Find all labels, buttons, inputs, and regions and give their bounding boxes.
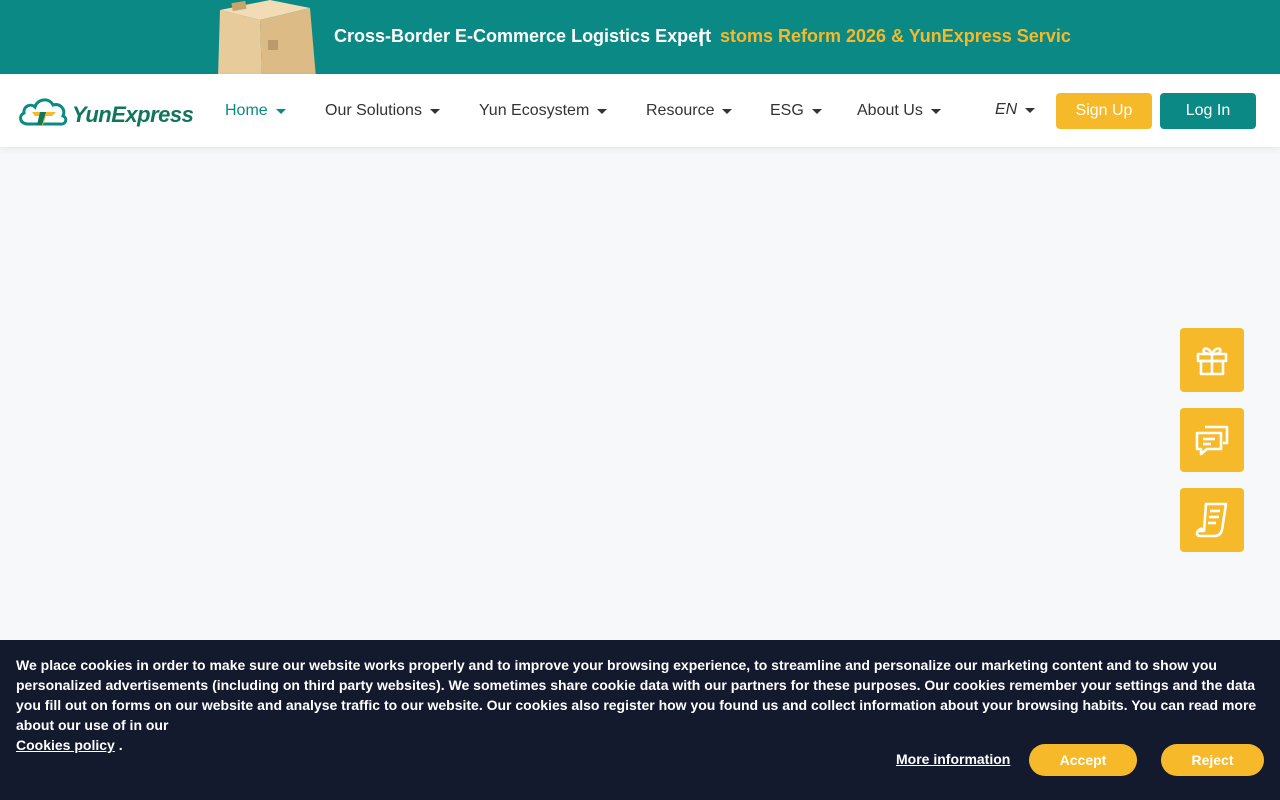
cookie-period: . [114,737,123,753]
document-button[interactable] [1180,488,1244,552]
top-banner: Cross-Border E-Commerce Logistics Expert… [0,0,1280,74]
site-header: YunExpress Home Our Solutions Yun Ecosys… [0,74,1280,147]
language-label: EN [995,101,1018,118]
nav-resource-label: Resource [646,102,715,119]
nav-our-solutions-label: Our Solutions [325,102,422,119]
log-in-button[interactable]: Log In [1160,93,1256,129]
chat-icon [1195,425,1229,456]
marquee-text[interactable]: Customs Reform 2026 & YunExpress Service… [719,26,1070,47]
chevron-down-icon [930,108,941,114]
nav-esg-label: ESG [770,102,804,119]
cookie-message-text: We place cookies in order to make sure o… [16,657,1257,733]
cookie-consent-bar: We place cookies in order to make sure o… [0,640,1280,800]
nav-about-us[interactable]: About Us [857,101,941,121]
language-selector[interactable]: EN [995,101,1036,119]
nav-home-label: Home [225,102,268,119]
cookie-message: We place cookies in order to make sure o… [16,655,1266,755]
chevron-down-icon [722,108,733,114]
nav-yun-ecosystem[interactable]: Yun Ecosystem [479,101,608,121]
sign-up-button[interactable]: Sign Up [1056,93,1152,129]
nav-our-solutions[interactable]: Our Solutions [325,101,440,121]
chevron-down-icon [275,108,286,114]
cloud-logo-icon [19,98,68,126]
logo-text: YunExpress [72,102,194,127]
chevron-down-icon [429,108,440,114]
chevron-down-icon [811,108,822,114]
banner-tagline: Cross-Border E-Commerce Logistics Expert [334,26,712,46]
gift-button[interactable] [1180,328,1244,392]
chevron-down-icon [597,108,608,114]
document-icon [1195,502,1228,538]
yunexpress-logo[interactable]: YunExpress [16,94,194,130]
accept-cookies-button[interactable]: Accept [1029,744,1137,776]
nav-about-us-label: About Us [857,102,923,119]
chat-button[interactable] [1180,408,1244,472]
news-marquee[interactable]: Customs Reform 2026 & YunExpress Service… [719,22,1070,52]
gift-icon [1196,347,1228,376]
nav-esg[interactable]: ESG [770,101,822,121]
reject-cookies-button[interactable]: Reject [1161,744,1264,776]
cookies-policy-link[interactable]: Cookies policy [16,737,115,753]
chevron-down-icon [1025,107,1036,113]
nav-home[interactable]: Home [225,101,286,121]
more-information-link[interactable]: More information [896,751,1010,767]
package-box-image [218,0,316,74]
nav-yun-ecosystem-label: Yun Ecosystem [479,102,590,119]
banner-separator: | [699,26,705,46]
nav-resource[interactable]: Resource [646,101,733,121]
